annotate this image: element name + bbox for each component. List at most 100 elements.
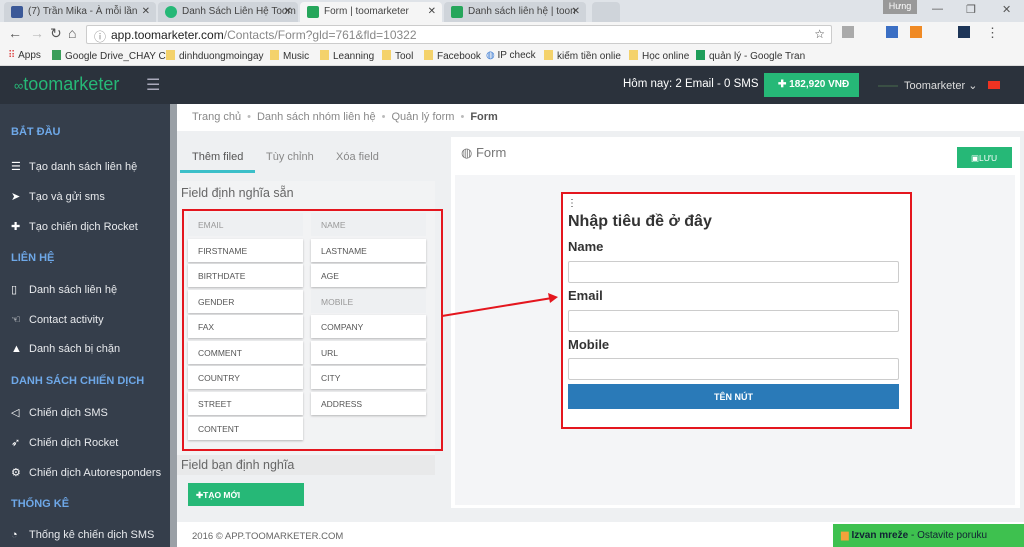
save-button[interactable]: ▣LƯU <box>957 147 1012 168</box>
bookmark-apps[interactable]: ⠿ Apps <box>8 50 41 61</box>
bookmarks-bar: ⠿ Apps Google Drive_CHAY C dinhduongmoin… <box>0 46 1024 66</box>
url-input[interactable]: ⓘ app.toomarketer.com/Contacts/Form?gld=7… <box>86 25 832 44</box>
site-icon <box>165 6 177 18</box>
arrow-head <box>548 293 558 303</box>
bookmark[interactable]: Học online <box>629 50 689 62</box>
sidebar-item[interactable]: ◔ Thống kê chiến dịch SMS <box>11 529 154 541</box>
folder-icon <box>382 50 391 60</box>
globe-icon: ◍ <box>461 145 476 160</box>
chat-icon: ▆ <box>841 530 852 541</box>
logo[interactable]: ∞toomarketer <box>14 74 119 95</box>
breadcrumb-link[interactable]: Trang chủ <box>192 111 241 123</box>
form-heading[interactable]: Nhập tiêu đề ở đây <box>568 213 712 231</box>
globe-icon: ◍ <box>486 50 498 61</box>
mobile-input[interactable] <box>568 358 899 380</box>
sidebar-item[interactable]: ☜ Contact activity <box>11 313 104 326</box>
browser-tab[interactable]: (7) Trần Mika - À mỗi lần ✕ <box>4 2 156 22</box>
close-icon[interactable]: ✕ <box>428 6 436 17</box>
home-icon[interactable]: ⌂ <box>68 25 76 41</box>
site-icon <box>307 6 319 18</box>
drag-handle-icon[interactable]: ⋮ <box>567 198 577 209</box>
bookmark[interactable]: Tool <box>382 50 413 62</box>
field-label-mobile: Mobile <box>568 337 610 352</box>
folder-icon <box>320 50 329 60</box>
tab-delete-field[interactable]: Xóa field <box>336 151 379 163</box>
bookmark[interactable]: Leanning <box>320 50 374 62</box>
user-menu[interactable]: Toomarketer ⌄ <box>904 79 977 92</box>
sidebar-item[interactable]: ▲ Danh sách bị chặn <box>11 343 120 355</box>
sidebar-item[interactable]: ◁ Chiến dịch SMS <box>11 406 108 419</box>
reload-icon[interactable]: ↻ <box>50 25 62 42</box>
sidebar-item[interactable]: ➶ Chiến dịch Rocket <box>11 436 118 449</box>
bookmark[interactable]: kiếm tiền onlie <box>544 50 621 62</box>
bookmark[interactable]: ◍ IP check <box>486 50 536 61</box>
restore-button[interactable]: ❐ <box>966 3 976 16</box>
new-tab-button[interactable] <box>592 2 620 22</box>
create-field-button[interactable]: ✚TẠO MỚI <box>188 483 304 506</box>
browser-tab-active[interactable]: Form | toomarketer ✕ <box>300 2 442 22</box>
scrollbar[interactable] <box>170 104 177 547</box>
breadcrumb-link[interactable]: Danh sách nhóm liên hệ <box>257 111 376 123</box>
bookmark[interactable]: quản lý - Google Tran <box>696 50 805 62</box>
close-icon[interactable]: ✕ <box>284 6 292 17</box>
breadcrumb: Trang chủ • Danh sách nhóm liên hệ • Quản lý… <box>177 104 1024 131</box>
facebook-icon <box>11 6 23 18</box>
field-label-email: Email <box>568 288 603 303</box>
sidebar-item[interactable]: ▯ Danh sách liên hệ <box>11 283 117 296</box>
sidebar-item[interactable]: ⚙ Chiến dịch Autoresponders <box>11 466 161 479</box>
hamburger-menu-icon[interactable]: ☰ <box>146 75 160 95</box>
extension-icon[interactable] <box>910 26 922 38</box>
browser-tab[interactable]: Danh sách liên hệ | toon ✕ <box>444 2 586 22</box>
logo-icon: ∞ <box>14 78 24 93</box>
submit-button[interactable]: TÊN NÚT <box>568 384 899 409</box>
bookmark[interactable]: dinhduongmoingay <box>166 50 264 62</box>
arrow-annotation <box>441 293 558 317</box>
breadcrumb-link[interactable]: Quản lý form <box>391 111 454 123</box>
folder-icon <box>166 50 175 60</box>
field-label-name: Name <box>568 239 604 254</box>
rocket-icon: ➶ <box>11 437 21 449</box>
close-icon[interactable]: ✕ <box>142 6 150 17</box>
browser-tab-bar: (7) Trần Mika - À mỗi lần ✕ Danh Sách Liê… <box>0 0 1024 22</box>
profile-badge[interactable]: Hưng <box>883 0 917 14</box>
extension-icon[interactable] <box>958 26 970 38</box>
tab-add-field[interactable]: Thêm filed <box>192 151 243 163</box>
star-icon[interactable]: ☆ <box>814 27 825 41</box>
sidebar-item[interactable]: ➤ Tạo và gửi sms <box>11 190 105 203</box>
close-icon[interactable]: ✕ <box>572 6 580 17</box>
tab-customize[interactable]: Tùy chỉnh <box>266 151 314 163</box>
folder-icon <box>629 50 638 60</box>
sidebar-heading: LIÊN HỆ <box>11 252 55 264</box>
browser-tab[interactable]: Danh Sách Liên Hệ Toom ✕ <box>158 2 298 22</box>
extension-icon[interactable] <box>886 26 898 38</box>
sidebar-item[interactable]: ✚ Tạo chiến dịch Rocket <box>11 220 138 233</box>
bookmark[interactable]: Facebook <box>424 50 481 62</box>
balance-button[interactable]: ✚ 182,920 VNĐ <box>764 73 859 97</box>
sidebar-item[interactable]: ☰ Tạo danh sách liên hệ <box>11 160 137 173</box>
sidebar: BẮT ĐẦU ☰ Tạo danh sách liên hệ ➤ Tạo và g… <box>0 104 170 547</box>
vietnam-flag-icon[interactable] <box>988 81 1000 89</box>
breadcrumb-current: Form <box>470 111 498 123</box>
sheets-icon <box>696 50 705 60</box>
close-window-button[interactable]: ✕ <box>1002 3 1011 16</box>
minimize-button[interactable]: — <box>932 3 943 15</box>
email-input[interactable] <box>568 310 899 332</box>
extension-icon[interactable] <box>842 26 854 38</box>
sidebar-heading: DANH SÁCH CHIẾN DỊCH <box>11 375 145 387</box>
plus-icon: ✚ <box>11 221 21 233</box>
copyright: 2016 © APP.TOOMARKETER.COM <box>192 531 344 542</box>
menu-icon[interactable]: ⋮ <box>986 25 999 41</box>
app-header: ∞toomarketer ☰ Hôm nay: 2 Email - 0 SMS … <box>0 66 1024 104</box>
chevron-down-icon: ⌄ <box>968 80 978 92</box>
form-panel-title: ◍ Form <box>461 145 507 160</box>
bookmark[interactable]: Music <box>270 50 309 62</box>
bookmark[interactable]: Google Drive_CHAY C <box>52 50 166 62</box>
highlight-box <box>182 209 443 451</box>
name-input[interactable] <box>568 261 899 283</box>
chat-widget-button[interactable]: ▆ Izvan mreže - Ostavite poruku <box>833 524 1024 547</box>
cogs-icon: ⚙ <box>11 467 21 479</box>
forward-icon[interactable]: → <box>30 25 44 41</box>
folder-icon <box>544 50 553 60</box>
info-icon: ⓘ <box>94 30 107 44</box>
back-icon[interactable]: ← <box>8 25 22 41</box>
